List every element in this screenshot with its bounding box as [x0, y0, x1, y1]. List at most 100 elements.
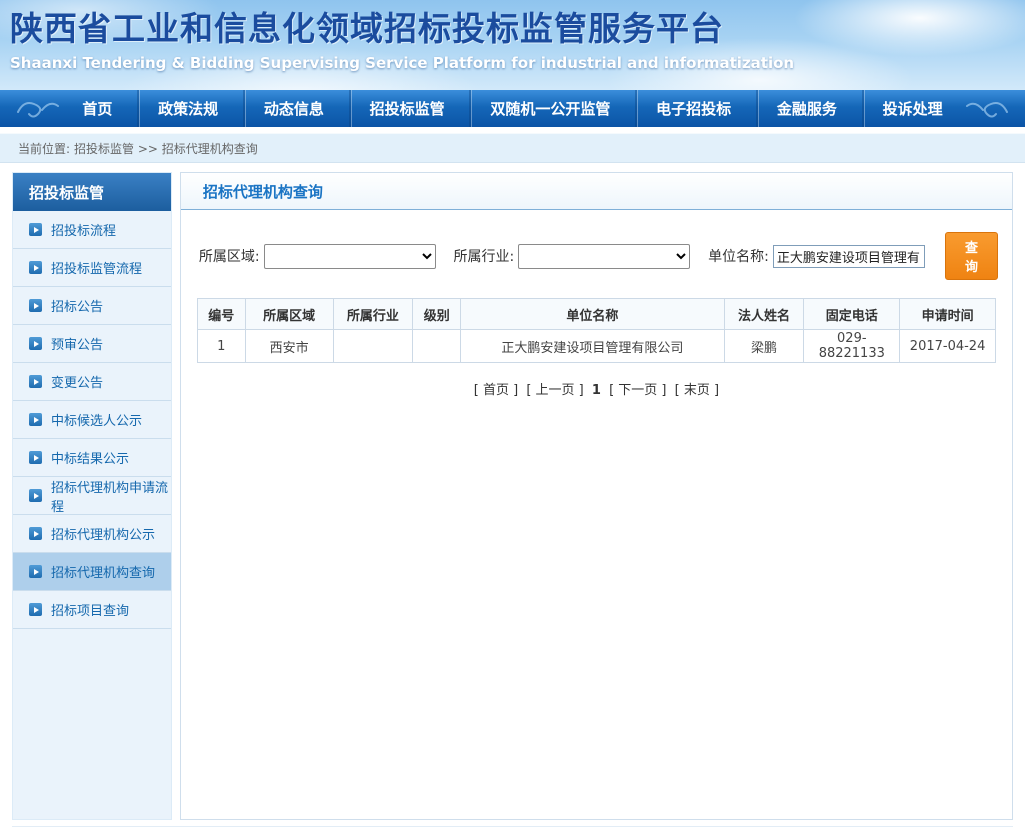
result-table-wrap: 编号 所属区域 所属行业 级别 单位名称 法人姓名 固定电话 [181, 298, 1012, 363]
table-header-cell: 单位名称 [461, 299, 724, 330]
nav-item-label: 金融服务 [777, 98, 837, 119]
sidebar-item[interactable]: 招标代理机构公示 [13, 515, 171, 553]
nav-item[interactable]: 动态信息 [245, 90, 342, 127]
sidebar-item[interactable]: 中标结果公示 [13, 439, 171, 477]
pagination: [ 首页 ] [ 上一页 ] 1 [ 下一页 ] [ 末页 ] [181, 379, 1012, 398]
table-header-cell: 所属区域 [245, 299, 333, 330]
sidebar-item[interactable]: 招投标流程 [13, 211, 171, 249]
table-cell: 正大鹏安建设项目管理有限公司 [461, 330, 724, 363]
sidebar-item[interactable]: 招标代理机构申请流程 [13, 477, 171, 515]
nav-item[interactable]: 电子招投标 [637, 90, 749, 127]
table-cell: 2017-04-24 [900, 330, 996, 363]
table-cell: 029-88221133 [804, 330, 900, 363]
sidebar-item[interactable]: 中标候选人公示 [13, 401, 171, 439]
site-title: 陕西省工业和信息化领域招标投标监管服务平台 [10, 8, 1025, 50]
item-bullet-icon [29, 527, 42, 540]
nav-item-label: 投诉处理 [883, 98, 943, 119]
footer-divider [12, 826, 1013, 828]
sidebar-item[interactable]: 招标代理机构查询 [13, 553, 171, 591]
sidebar-item[interactable]: 变更公告 [13, 363, 171, 401]
cloud-ornament-icon [963, 96, 1011, 120]
breadcrumb-label: 当前位置: [18, 140, 70, 157]
result-table: 编号 所属区域 所属行业 级别 单位名称 法人姓名 固定电话 [197, 298, 996, 363]
nav-item-label: 电子招投标 [656, 98, 731, 119]
breadcrumb-path: 招投标监管 >> 招标代理机构查询 [74, 140, 258, 157]
table-cell: 1 [197, 330, 245, 363]
breadcrumb: 当前位置: 招投标监管 >> 招标代理机构查询 [0, 133, 1025, 163]
region-select[interactable] [264, 244, 436, 269]
table-cell [333, 330, 413, 363]
sidebar-item-label: 招标代理机构查询 [51, 562, 155, 581]
item-bullet-icon [29, 489, 42, 502]
item-bullet-icon [29, 375, 42, 388]
sidebar-title: 招投标监管 [13, 173, 171, 211]
pager-current-page: 1 [592, 383, 601, 398]
pager-prev[interactable]: [ 上一页 ] [526, 383, 583, 398]
page-body: 招投标监管 招投标流程 招投标监管流程 招标公告 [0, 163, 1025, 818]
nav-item[interactable]: 投诉处理 [864, 90, 961, 127]
pager-first[interactable]: [ 首页 ] [474, 383, 518, 398]
item-bullet-icon [29, 337, 42, 350]
region-label: 所属区域: [199, 246, 260, 266]
filter-bar: 所属区域: 所属行业: 单位名称: 查询 [181, 210, 1012, 298]
item-bullet-icon [29, 223, 42, 236]
unit-name-label: 单位名称: [708, 246, 769, 266]
sidebar-item-label: 招标代理机构申请流程 [51, 477, 171, 515]
nav-item-label: 招投标监管 [370, 98, 445, 119]
nav-item-label: 首页 [82, 98, 112, 119]
nav-item-label: 动态信息 [264, 98, 324, 119]
table-body: 1西安市 正大鹏安建设项目管理有限公司梁鹏029-882211332017-04-… [197, 330, 995, 363]
sidebar-item-label: 招标公告 [51, 296, 103, 315]
table-header-cell: 所属行业 [333, 299, 413, 330]
sidebar-item-label: 招标代理机构公示 [51, 524, 155, 543]
sidebar-item[interactable]: 招投标监管流程 [13, 249, 171, 287]
nav-item[interactable]: 招投标监管 [351, 90, 463, 127]
item-bullet-icon [29, 603, 42, 616]
nav-item[interactable]: 首页 [64, 90, 130, 127]
sidebar-item-label: 预审公告 [51, 334, 103, 353]
table-header-cell: 申请时间 [900, 299, 996, 330]
main-panel: 招标代理机构查询 所属区域: 所属行业: 单位名称: 查询 [180, 172, 1013, 820]
table-cell [413, 330, 461, 363]
table-header-cell: 固定电话 [804, 299, 900, 330]
item-bullet-icon [29, 565, 42, 578]
sidebar-item-label: 中标结果公示 [51, 448, 129, 467]
site-banner: 陕西省工业和信息化领域招标投标监管服务平台 Shaanxi Tendering … [0, 0, 1025, 90]
sidebar-item[interactable]: 预审公告 [13, 325, 171, 363]
item-bullet-icon [29, 299, 42, 312]
industry-label: 所属行业: [454, 246, 515, 266]
unit-name-input[interactable] [773, 245, 925, 268]
table-header-cell: 法人姓名 [724, 299, 804, 330]
top-navigation: 首页 政策法规 动态信息 招投标监管 双随机一公开监管 电子招投标 金融服务 [0, 90, 1025, 127]
table-header-cell: 编号 [197, 299, 245, 330]
sidebar-item-label: 招标项目查询 [51, 600, 129, 619]
item-bullet-icon [29, 413, 42, 426]
sidebar-item-label: 变更公告 [51, 372, 103, 391]
pager-next[interactable]: [ 下一页 ] [609, 383, 666, 398]
table-row: 1西安市 正大鹏安建设项目管理有限公司梁鹏029-882211332017-04-… [197, 330, 995, 363]
nav-item[interactable]: 双随机一公开监管 [471, 90, 628, 127]
nav-item-label: 双随机一公开监管 [490, 98, 610, 119]
sidebar-item-label: 招投标监管流程 [51, 258, 142, 277]
sidebar-item-label: 招投标流程 [51, 220, 116, 239]
item-bullet-icon [29, 451, 42, 464]
site-subtitle: Shaanxi Tendering & Bidding Supervising … [10, 54, 1025, 72]
search-button[interactable]: 查询 [945, 232, 998, 280]
nav-item[interactable]: 政策法规 [139, 90, 236, 127]
table-cell: 梁鹏 [724, 330, 804, 363]
panel-title: 招标代理机构查询 [181, 173, 1012, 210]
pager-last[interactable]: [ 末页 ] [675, 383, 719, 398]
sidebar-item[interactable]: 招标公告 [13, 287, 171, 325]
cloud-ornament-icon [14, 96, 62, 120]
sidebar-item[interactable]: 招标项目查询 [13, 591, 171, 629]
nav-item[interactable]: 金融服务 [758, 90, 855, 127]
table-header-row: 编号 所属区域 所属行业 级别 单位名称 法人姓名 固定电话 [197, 299, 995, 330]
item-bullet-icon [29, 261, 42, 274]
nav-item-label: 政策法规 [158, 98, 218, 119]
table-cell: 西安市 [245, 330, 333, 363]
nav-items: 首页 政策法规 动态信息 招投标监管 双随机一公开监管 电子招投标 金融服务 [60, 90, 965, 127]
industry-select[interactable] [518, 244, 690, 269]
sidebar-item-label: 中标候选人公示 [51, 410, 142, 429]
table-header-cell: 级别 [413, 299, 461, 330]
sidebar: 招投标监管 招投标流程 招投标监管流程 招标公告 [12, 172, 172, 820]
